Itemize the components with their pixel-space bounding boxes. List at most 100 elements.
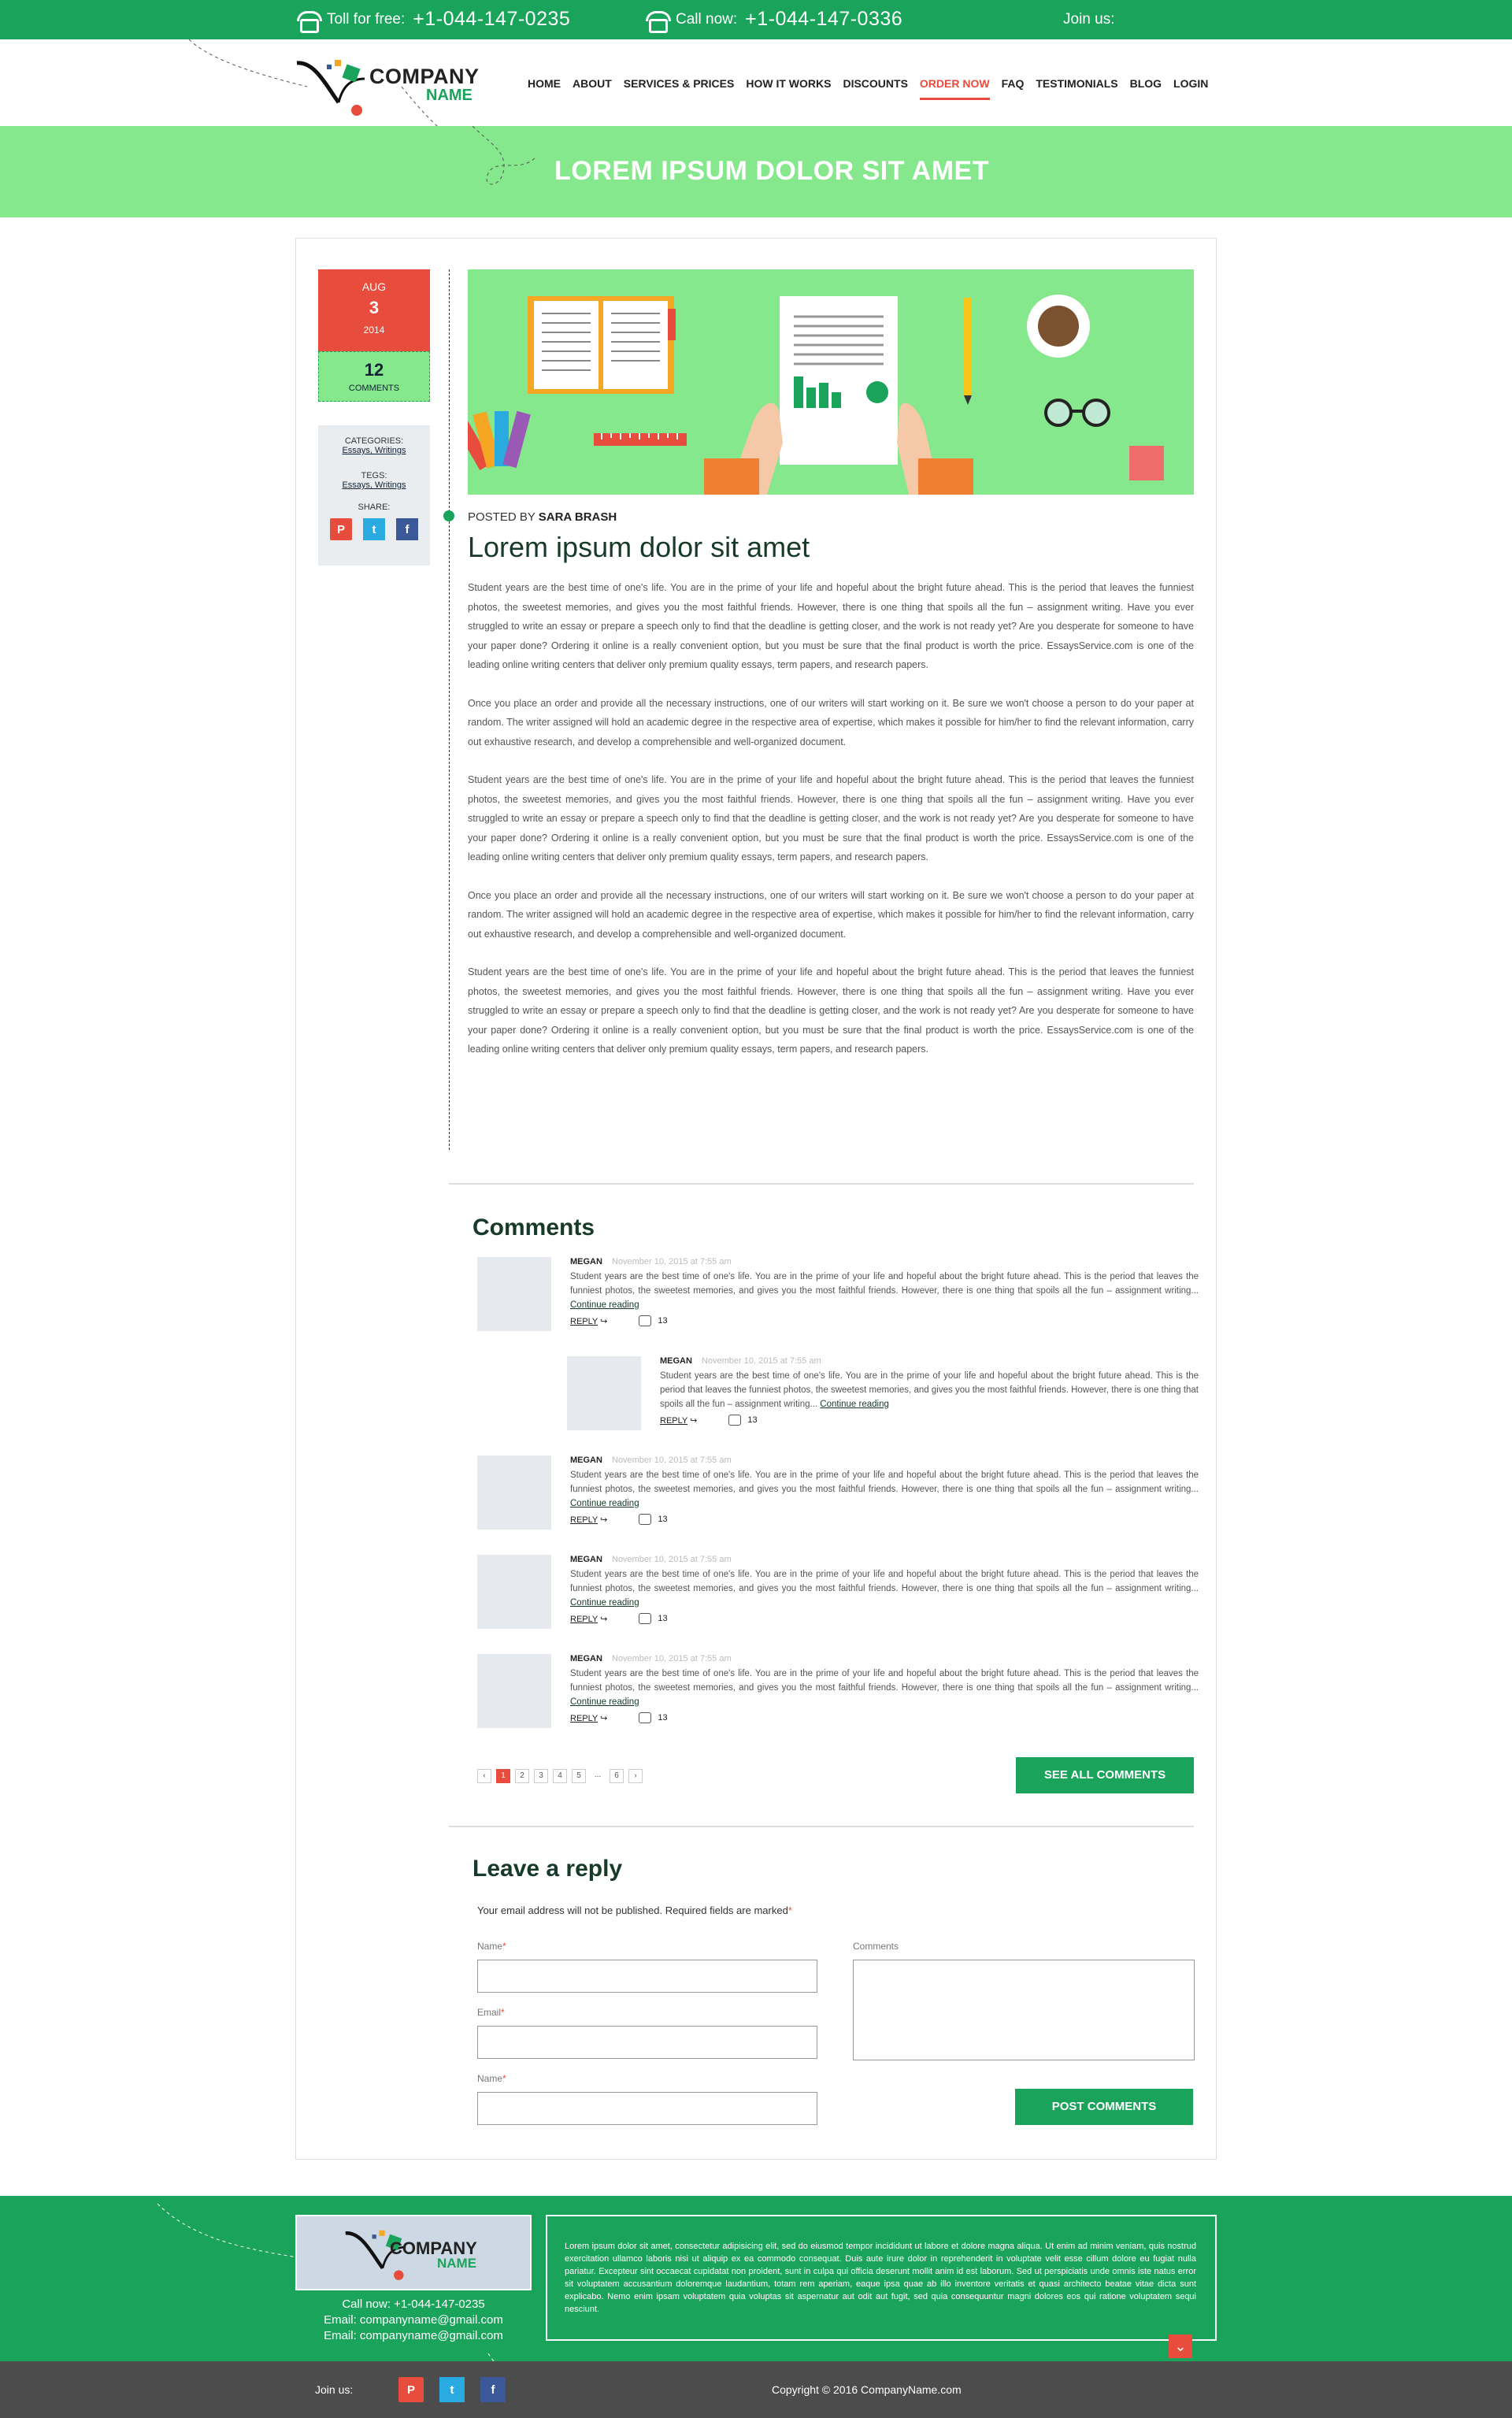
pinterest-icon[interactable]: P [398, 2377, 424, 2402]
like-button[interactable]: 13 [728, 1415, 758, 1426]
reply-label: REPLY [570, 1614, 598, 1624]
post-author[interactable]: SARA BRASH [539, 510, 617, 524]
continue-reading-link[interactable]: Continue reading [570, 1499, 639, 1508]
nav-item-testimonials[interactable]: TESTIMONIALS [1036, 77, 1117, 100]
nav-item-services-prices[interactable]: SERVICES & PRICES [624, 77, 735, 100]
comment-date: November 10, 2015 at 7:55 am [611, 1555, 732, 1564]
nav-item-about[interactable]: ABOUT [573, 77, 612, 100]
toll-number[interactable]: +1-044-147-0235 [413, 8, 570, 31]
name2-label: Name* [477, 2073, 506, 2084]
twitter-icon[interactable]: t [439, 2377, 465, 2402]
like-count: 13 [658, 1514, 668, 1524]
like-button[interactable]: 13 [639, 1514, 668, 1525]
comments-textarea[interactable] [853, 1960, 1195, 2060]
comment-actions: REPLY ↪ 13 [570, 1514, 1199, 1525]
required-mark: * [502, 1941, 506, 1952]
comment-text-body: Student years are the best time of one's… [570, 1470, 1199, 1494]
call-number[interactable]: +1-044-147-0336 [745, 8, 902, 31]
divider [449, 1183, 1194, 1185]
avatar [477, 1456, 551, 1530]
reply-form-note: Your email address will not be published… [477, 1904, 792, 1916]
footer-logo[interactable]: COMPANY NAME [295, 2215, 532, 2290]
like-button[interactable]: 13 [639, 1315, 668, 1326]
post-comments-button[interactable]: POST COMMENTS [1015, 2089, 1193, 2125]
comment-author: MEGAN November 10, 2015 at 7:55 am [660, 1356, 1199, 1366]
thumbs-up-icon [728, 1415, 742, 1426]
reply-button[interactable]: REPLY ↪ [660, 1415, 697, 1426]
logo-name: NAME [426, 87, 472, 104]
footer-social: P t f [398, 2377, 506, 2402]
comment-text: Student years are the best time of one's… [570, 1567, 1199, 1610]
name2-field[interactable] [477, 2092, 817, 2125]
tags-value[interactable]: Essays, Writings [318, 480, 430, 490]
comment-author-name: MEGAN [570, 1456, 602, 1465]
email-field[interactable] [477, 2026, 817, 2059]
site-footer: COMPANY NAME Call now: +1-044-147-0235 E… [0, 2196, 1512, 2418]
comment-date: November 10, 2015 at 7:55 am [611, 1257, 732, 1266]
continue-reading-link[interactable]: Continue reading [820, 1400, 889, 1409]
nav-item-home[interactable]: HOME [528, 77, 561, 100]
reply-button[interactable]: REPLY ↪ [570, 1713, 607, 1723]
pinterest-icon[interactable]: P [330, 518, 352, 540]
categories-value[interactable]: Essays, Writings [318, 446, 430, 455]
reply-button[interactable]: REPLY ↪ [570, 1316, 607, 1326]
company-logo[interactable]: COMPANY NAME [295, 55, 500, 118]
page-next[interactable]: › [628, 1769, 643, 1783]
comment-actions: REPLY ↪ 13 [570, 1613, 1199, 1624]
categories-label: CATEGORIES: [344, 436, 404, 446]
comment-author-name: MEGAN [570, 1555, 602, 1564]
comments-field-label: Comments [853, 1941, 899, 1952]
nav-item-how-it-works[interactable]: HOW IT WORKS [746, 77, 831, 100]
nav-item-blog[interactable]: BLOG [1130, 77, 1162, 100]
footer-call[interactable]: Call now: +1-044-147-0235 [295, 2297, 532, 2312]
like-button[interactable]: 13 [639, 1613, 668, 1624]
comment-body: MEGAN November 10, 2015 at 7:55 am Studen… [570, 1257, 1199, 1326]
continue-reading-link[interactable]: Continue reading [570, 1598, 639, 1608]
nav-item-faq[interactable]: FAQ [1002, 77, 1025, 100]
comment-author-name: MEGAN [570, 1257, 602, 1266]
chevron-down-icon[interactable]: ⌄ [1169, 2335, 1192, 2358]
reply-button[interactable]: REPLY ↪ [570, 1515, 607, 1525]
continue-reading-link[interactable]: Continue reading [570, 1697, 639, 1707]
page-link[interactable]: 5 [572, 1769, 586, 1783]
comment-body: MEGAN November 10, 2015 at 7:55 am Studen… [660, 1356, 1199, 1426]
facebook-icon[interactable]: f [396, 518, 418, 540]
phone-icon [644, 9, 671, 33]
nav-item-login[interactable]: LOGIN [1173, 77, 1208, 100]
posted-by-label: POSTED BY [468, 510, 536, 524]
footer-email[interactable]: Email: companyname@gmail.com [295, 2312, 532, 2328]
timeline-dot [443, 510, 454, 521]
comment-date: November 10, 2015 at 7:55 am [611, 1654, 732, 1663]
comment-author: MEGAN November 10, 2015 at 7:55 am [570, 1257, 1199, 1266]
like-button[interactable]: 13 [639, 1712, 668, 1723]
post-paragraph: Student years are the best time of one's… [468, 774, 1194, 862]
page-prev[interactable]: ‹ [477, 1769, 491, 1783]
required-mark: * [501, 2007, 505, 2018]
see-all-comments-button[interactable]: SEE ALL COMMENTS [1016, 1757, 1194, 1793]
page-link[interactable]: 3 [534, 1769, 548, 1783]
footer-email[interactable]: Email: companyname@gmail.com [295, 2328, 532, 2344]
comment-date: November 10, 2015 at 7:55 am [611, 1456, 732, 1465]
nav-item-order-now[interactable]: ORDER NOW [919, 77, 990, 100]
name-field[interactable] [477, 1960, 817, 1993]
facebook-icon[interactable]: f [480, 2377, 506, 2402]
page-link[interactable]: 2 [515, 1769, 529, 1783]
thumbs-up-icon [639, 1315, 652, 1326]
page-link[interactable]: 1 [496, 1769, 510, 1783]
comment-text-body: Student years are the best time of one's… [570, 1669, 1199, 1693]
avatar [477, 1555, 551, 1629]
comments-count-block[interactable]: 12 COMMENTS [318, 351, 430, 402]
continue-reading-link[interactable]: Continue reading [570, 1300, 639, 1310]
nav-item-discounts[interactable]: DISCOUNTS [843, 77, 907, 100]
required-mark: * [502, 2073, 506, 2084]
twitter-icon[interactable]: t [363, 518, 385, 540]
reply-button[interactable]: REPLY ↪ [570, 1614, 607, 1624]
divider [449, 1826, 1194, 1827]
email-label-text: Email [477, 2007, 502, 2018]
post-body: Student years are the best time of one's… [468, 578, 1194, 1078]
required-mark: * [788, 1904, 792, 1916]
page-link[interactable]: 4 [553, 1769, 567, 1783]
comment-author: MEGAN November 10, 2015 at 7:55 am [570, 1555, 1199, 1564]
reply-note-text: Your email address will not be published… [477, 1904, 788, 1916]
page-link[interactable]: 6 [610, 1769, 624, 1783]
